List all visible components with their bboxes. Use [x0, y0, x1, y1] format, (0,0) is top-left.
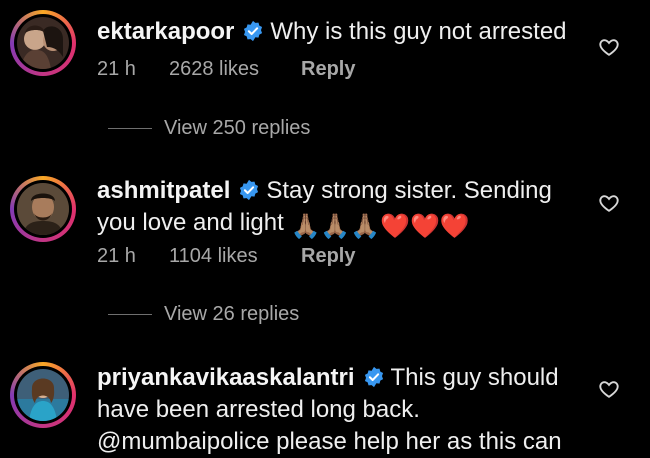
heart-outline-icon[interactable]	[598, 36, 620, 58]
username[interactable]: ektarkapoor	[97, 18, 234, 45]
view-replies-button[interactable]: View 26 replies	[108, 303, 299, 326]
reply-button[interactable]: Reply	[301, 58, 355, 81]
verified-badge-icon	[244, 20, 263, 42]
comment-time: 21 h	[97, 245, 136, 267]
avatar[interactable]	[10, 176, 76, 242]
comment-time: 21 h	[97, 58, 136, 80]
verified-badge-icon	[364, 366, 383, 388]
comment-meta: 21 h 1104 likes Reply	[97, 245, 355, 268]
comment-text: ashmitpatel Stay strong sister. Sending y…	[97, 175, 575, 243]
verified-badge-icon	[240, 179, 259, 201]
avatar[interactable]	[10, 10, 76, 76]
comment-text: ektarkapoor Why is this guy not arrested	[97, 16, 575, 48]
emoji-group: 🙏🏽🙏🏽🙏🏽❤️❤️❤️	[290, 213, 470, 240]
comment-meta: 21 h 2628 likes Reply	[97, 58, 355, 81]
divider-line	[108, 314, 152, 315]
username[interactable]: ashmitpatel	[97, 177, 230, 204]
divider-line	[108, 128, 152, 129]
heart-outline-icon[interactable]	[598, 192, 620, 214]
comment-likes[interactable]: 1104 likes	[169, 245, 301, 268]
comment-body: Why is this guy not arrested	[270, 18, 567, 45]
view-replies-button[interactable]: View 250 replies	[108, 117, 310, 140]
avatar[interactable]	[10, 362, 76, 428]
view-replies-label: View 250 replies	[164, 117, 311, 139]
reply-button[interactable]: Reply	[301, 245, 355, 268]
comment-likes[interactable]: 2628 likes	[169, 58, 301, 81]
username[interactable]: priyankavikaaskalantri	[97, 364, 355, 391]
heart-outline-icon[interactable]	[598, 378, 620, 400]
view-replies-label: View 26 replies	[164, 303, 300, 325]
